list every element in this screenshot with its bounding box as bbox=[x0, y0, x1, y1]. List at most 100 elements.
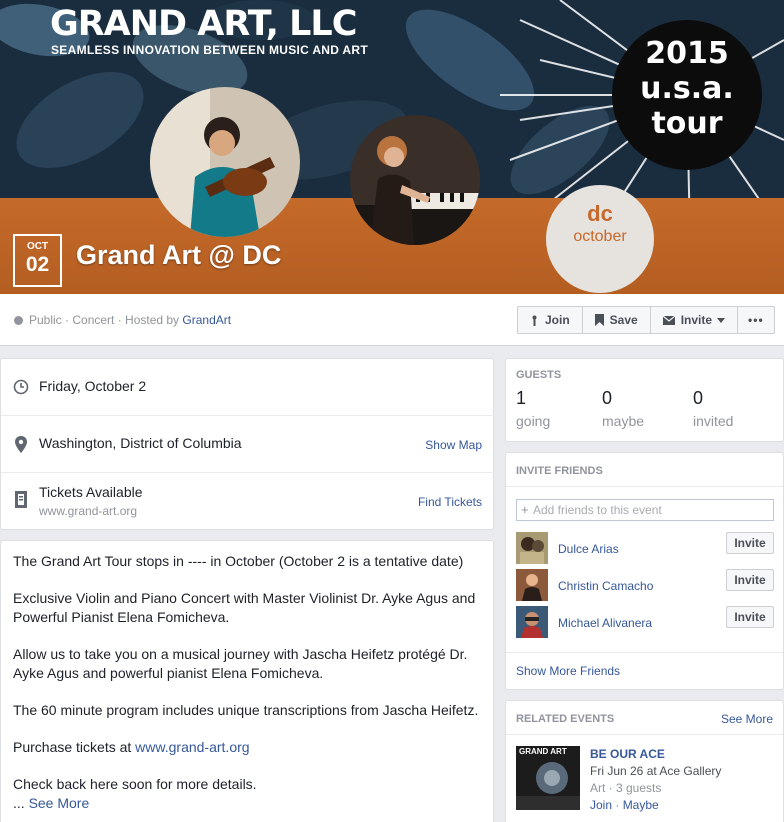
related-action-separator: · bbox=[612, 798, 623, 812]
event-meta: Public · Concert · Hosted by GrandArt bbox=[14, 313, 231, 327]
city-badge-city: dc bbox=[587, 201, 613, 226]
show-map-link[interactable]: Show Map bbox=[425, 438, 482, 452]
guests-maybe-label: maybe bbox=[602, 413, 645, 429]
related-events-heading: RELATED EVENTS bbox=[516, 713, 615, 725]
event-date-row: Friday, October 2 bbox=[1, 359, 494, 416]
bookmark-icon bbox=[594, 314, 604, 326]
purchase-link[interactable]: www.grand-art.org bbox=[135, 739, 249, 755]
tour-badge: 2015 u.s.a. tour bbox=[612, 20, 762, 170]
event-title: Grand Art @ DC bbox=[76, 240, 282, 270]
event-description-card: The Grand Art Tour stops in ---- in Octo… bbox=[0, 540, 494, 822]
guests-invited-count: 0 bbox=[693, 388, 704, 408]
related-event-meta: Art · 3 guests bbox=[590, 781, 662, 795]
guests-invited-label: invited bbox=[693, 413, 734, 429]
invite-friends-card: INVITE FRIENDS + Add friends to this eve… bbox=[505, 452, 784, 690]
more-label: ••• bbox=[748, 313, 764, 327]
join-label: Join bbox=[545, 313, 570, 327]
description-last-line: Check back here soon for more details. bbox=[13, 776, 257, 792]
friend-name[interactable]: Michael Alivanera bbox=[558, 616, 652, 630]
event-location-row: Washington, District of Columbia Show Ma… bbox=[1, 416, 494, 473]
globe-icon bbox=[14, 316, 23, 325]
add-friends-input[interactable]: + Add friends to this event bbox=[516, 499, 774, 521]
tickets-available-text: Tickets Available bbox=[39, 484, 143, 500]
related-divider bbox=[506, 734, 783, 735]
violinist-photo bbox=[150, 87, 300, 237]
add-friends-placeholder: Add friends to this event bbox=[533, 503, 662, 517]
tickets-url-text: www.grand-art.org bbox=[39, 504, 138, 518]
tour-country: u.s.a. bbox=[640, 71, 734, 106]
related-maybe-link[interactable]: Maybe bbox=[623, 798, 659, 812]
ticket-icon bbox=[15, 491, 27, 508]
guests-card: GUESTS 1 going 0 maybe 0 invited bbox=[505, 358, 784, 442]
join-button[interactable]: Join bbox=[518, 307, 583, 333]
host-link[interactable]: GrandArt bbox=[182, 313, 231, 327]
chevron-down-icon bbox=[717, 317, 726, 323]
join-icon bbox=[532, 315, 537, 326]
invite-friend-button[interactable]: Invite bbox=[726, 606, 774, 628]
event-date-box: OCT 02 bbox=[13, 234, 62, 287]
friend-name[interactable]: Dulce Arias bbox=[558, 542, 619, 556]
map-pin-icon bbox=[15, 436, 27, 453]
event-tickets-row: Tickets Available www.grand-art.org Find… bbox=[1, 473, 494, 530]
related-events-card: RELATED EVENTS See More GRAND ART BE OUR… bbox=[505, 700, 784, 822]
invite-label: Invite bbox=[680, 313, 713, 327]
city-badge: dc october bbox=[546, 185, 654, 293]
avatar bbox=[516, 606, 548, 638]
avatar bbox=[516, 569, 548, 601]
invite-friend-button[interactable]: Invite bbox=[726, 532, 774, 554]
friend-row: Christin Camacho Invite bbox=[516, 569, 774, 601]
pianist-photo bbox=[350, 115, 480, 245]
invite-friend-button[interactable]: Invite bbox=[726, 569, 774, 591]
related-event-when: Fri Jun 26 at Ace Gallery bbox=[590, 764, 722, 778]
related-join-link[interactable]: Join bbox=[590, 798, 612, 812]
find-tickets-link[interactable]: Find Tickets bbox=[418, 495, 482, 509]
cover-brand-logo: GRAND ART, LLC bbox=[50, 4, 357, 44]
invite-friends-heading: INVITE FRIENDS bbox=[516, 465, 603, 477]
related-event-thumbnail[interactable]: GRAND ART bbox=[516, 746, 580, 810]
friend-name[interactable]: Christin Camacho bbox=[558, 579, 653, 593]
description-paragraph: Allow us to take you on a musical journe… bbox=[13, 646, 468, 681]
event-action-buttons: Join Save Invite ••• bbox=[517, 306, 775, 334]
event-cover-photo[interactable]: GRAND ART, LLC SEAMLESS INNOVATION BETWE… bbox=[0, 0, 784, 294]
guests-going-label: going bbox=[516, 413, 551, 429]
event-day: 02 bbox=[25, 253, 50, 276]
event-details-card: Friday, October 2 Washington, District o… bbox=[0, 358, 494, 530]
related-see-more-link[interactable]: See More bbox=[721, 712, 773, 726]
event-date-text: Friday, October 2 bbox=[39, 378, 147, 394]
related-event-thumb-text: GRAND ART bbox=[519, 747, 567, 756]
tour-word: tour bbox=[651, 106, 723, 141]
guests-heading: GUESTS bbox=[516, 369, 562, 381]
more-options-button[interactable]: ••• bbox=[738, 307, 774, 333]
related-event-title[interactable]: BE OUR ACE bbox=[590, 747, 665, 761]
invite-divider bbox=[506, 652, 783, 653]
save-label: Save bbox=[609, 313, 638, 327]
description-paragraph: The Grand Art Tour stops in ---- in Octo… bbox=[13, 553, 464, 569]
event-location-text: Washington, District of Columbia bbox=[39, 435, 242, 451]
related-event-actions: Join · Maybe bbox=[590, 798, 659, 812]
guests-maybe-stat[interactable]: 0 maybe bbox=[602, 388, 644, 429]
save-button[interactable]: Save bbox=[583, 307, 651, 333]
guests-going-stat[interactable]: 1 going bbox=[516, 388, 550, 429]
purchase-text: Purchase tickets at bbox=[13, 739, 136, 755]
show-more-friends-link[interactable]: Show More Friends bbox=[516, 664, 620, 678]
event-meta-text: Public · Concert · Hosted by bbox=[29, 313, 183, 327]
description-paragraph: Exclusive Violin and Piano Concert with … bbox=[13, 590, 476, 625]
avatar bbox=[516, 532, 548, 564]
invite-button[interactable]: Invite bbox=[651, 307, 739, 333]
guests-going-count: 1 bbox=[516, 388, 527, 408]
envelope-icon bbox=[662, 315, 675, 325]
see-more-link[interactable]: See More bbox=[29, 795, 90, 811]
guests-invited-stat[interactable]: 0 invited bbox=[693, 388, 733, 429]
ellipsis-text: ... bbox=[13, 795, 29, 811]
description-paragraph: Purchase tickets at www.grand-art.org bbox=[13, 738, 481, 757]
plus-icon: + bbox=[521, 502, 529, 517]
guests-maybe-count: 0 bbox=[602, 388, 613, 408]
description-paragraph: The 60 minute program includes unique tr… bbox=[13, 702, 479, 718]
tour-year: 2015 bbox=[645, 36, 729, 71]
invite-divider bbox=[506, 486, 783, 487]
event-month: OCT bbox=[26, 241, 49, 252]
event-info-bar: Public · Concert · Hosted by GrandArt Jo… bbox=[0, 294, 784, 346]
friend-row: Dulce Arias Invite bbox=[516, 532, 774, 564]
friend-row: Michael Alivanera Invite bbox=[516, 606, 774, 638]
clock-icon bbox=[13, 379, 29, 395]
